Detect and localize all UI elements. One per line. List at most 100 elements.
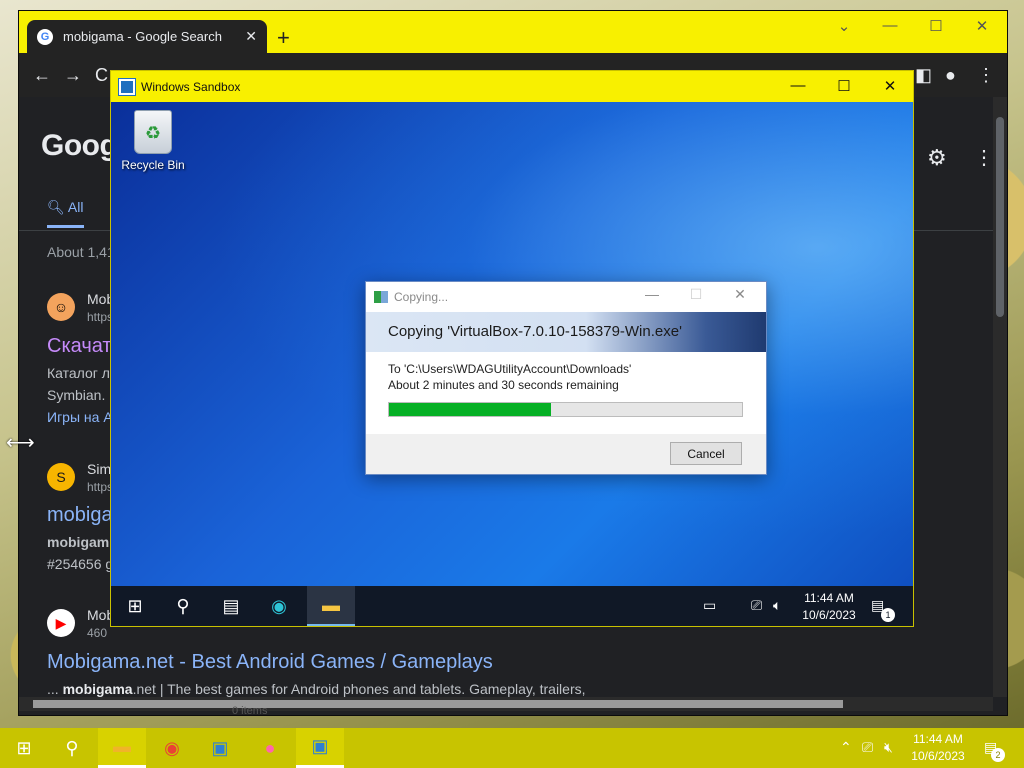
folder-icon: ▬: [113, 736, 131, 756]
destination-path: To 'C:\Users\WDAGUtilityAccount\Download…: [388, 362, 632, 376]
recycle-bin-icon: ♻: [134, 110, 172, 154]
result-snippet: #254656 g: [47, 556, 114, 572]
windows-logo-icon: ⊞: [127, 595, 143, 616]
file-explorer-button[interactable]: ▬: [307, 586, 355, 626]
windows-logo-icon: ⊞: [16, 737, 32, 758]
back-arrow-icon[interactable]: ←: [33, 65, 51, 86]
result-snippet: Symbian.: [47, 387, 106, 403]
result-title[interactable]: Mobigama.net - Best Android Games / Game…: [47, 651, 493, 674]
edge-button[interactable]: ◉: [255, 586, 303, 626]
chrome-titlebar[interactable]: G mobigama - Google Search ✕ + ⌄ — ☐ ✕: [19, 11, 1007, 53]
dialog-title: Copying...: [394, 290, 449, 304]
minimize-icon[interactable]: —: [630, 286, 674, 302]
maximize-icon[interactable]: ☐: [821, 77, 867, 95]
volume-muted-icon[interactable]: 🔇︎: [884, 739, 893, 756]
host-taskbar: ⊞ ⚲ ▬ ◉ ▣ ● ▣ ⌃ ⎚ 🔇︎ 11:44 AM 10/6/2023 …: [0, 728, 1024, 768]
close-icon[interactable]: ✕: [867, 77, 913, 95]
clock-time[interactable]: 11:44 AM: [904, 732, 972, 746]
news-icon[interactable]: ▭: [703, 597, 716, 614]
chrome-tab[interactable]: G mobigama - Google Search ✕: [27, 20, 267, 53]
progress-fill: [389, 403, 552, 416]
copy-heading: Copying 'VirtualBox-7.0.10-158379-Win.ex…: [388, 323, 682, 340]
recycle-bin[interactable]: ♻ Recycle Bin: [119, 110, 187, 172]
sandbox-title: Windows Sandbox: [141, 79, 241, 94]
vertical-scrollbar[interactable]: [993, 97, 1007, 697]
result-snippet: mobigam: [47, 534, 110, 550]
sandbox-button[interactable]: ▣: [196, 728, 244, 768]
tab-close-icon[interactable]: ✕: [245, 28, 257, 45]
tab-all[interactable]: 🔍︎ All: [47, 199, 83, 216]
sandbox-desktop: ♻ Recycle Bin Copying... — ☐ ✕ Copying '…: [111, 102, 913, 586]
search-icon: ⚲: [65, 737, 79, 758]
chrome-icon: ◉: [164, 737, 180, 758]
copy-progress-dialog: Copying... — ☐ ✕ Copying 'VirtualBox-7.0…: [365, 281, 767, 475]
close-icon[interactable]: ✕: [959, 17, 1005, 35]
items-count-label: 0 items: [232, 705, 268, 717]
cancel-button[interactable]: Cancel: [670, 442, 742, 465]
google-favicon-icon: G: [37, 28, 53, 45]
chrome-button[interactable]: ◉: [148, 728, 196, 768]
close-icon[interactable]: ✕: [718, 286, 762, 303]
scrollbar-thumb[interactable]: [996, 117, 1004, 317]
maximize-icon: ☐: [689, 286, 703, 302]
result-favicon-icon: ☺: [47, 293, 75, 321]
time-remaining: About 2 minutes and 30 seconds remaining: [388, 378, 619, 392]
sandbox-taskbar: ⊞ ⚲ ▤ ◉ ▬ ▭ ⎚ 🔈︎ 11:44 AM 10/6/2023 ▤ 1: [111, 586, 913, 626]
profile-icon[interactable]: ●: [945, 65, 956, 86]
result-snippet: ... mobigama.net | The best games for An…: [47, 681, 586, 697]
dialog-header: Copying 'VirtualBox-7.0.10-158379-Win.ex…: [366, 312, 766, 352]
minimize-icon[interactable]: —: [775, 77, 821, 94]
network-icon[interactable]: ⎚: [862, 739, 873, 756]
recycle-bin-label: Recycle Bin: [121, 158, 185, 172]
result-sitelink[interactable]: Игры на А: [47, 409, 113, 425]
new-tab-button[interactable]: +: [277, 25, 290, 51]
network-icon[interactable]: ⎚: [751, 597, 762, 614]
settings-gear-icon[interactable]: ⚙: [927, 145, 947, 171]
tab-all-label: All: [67, 199, 84, 215]
folder-icon: ▬: [322, 594, 340, 615]
clock-date[interactable]: 10/6/2023: [904, 749, 972, 763]
edge-icon: ◉: [271, 595, 287, 616]
tab-active-indicator: [47, 225, 84, 228]
result-title[interactable]: Скачат: [47, 335, 112, 358]
notification-badge: 1: [881, 608, 895, 622]
menu-dots-icon[interactable]: ⋮: [977, 65, 995, 86]
sandbox-running-button[interactable]: ▣: [296, 728, 344, 768]
osu-icon: ●: [264, 737, 276, 758]
sandbox-titlebar[interactable]: Windows Sandbox — ☐ ✕: [111, 71, 913, 102]
search-button[interactable]: ⚲: [159, 586, 207, 626]
start-button[interactable]: ⊞: [0, 728, 48, 768]
osu-button[interactable]: ●: [246, 728, 294, 768]
search-icon: 🔍︎: [47, 199, 65, 215]
minimize-icon[interactable]: —: [867, 17, 913, 34]
sidebar-icon[interactable]: ◧: [915, 65, 932, 86]
forward-arrow-icon[interactable]: →: [64, 65, 82, 86]
start-button[interactable]: ⊞: [111, 586, 159, 626]
dialog-titlebar[interactable]: Copying... — ☐ ✕: [366, 282, 766, 312]
youtube-favicon-icon: ▶: [47, 609, 75, 637]
task-view-icon: ▤: [222, 595, 240, 616]
tab-search-icon[interactable]: ⌄: [821, 17, 867, 35]
sandbox-window: Windows Sandbox — ☐ ✕ ♻ Recycle Bin Copy…: [110, 70, 914, 627]
maximize-icon[interactable]: ☐: [913, 17, 959, 35]
horizontal-scrollbar[interactable]: [19, 697, 993, 711]
apps-grid-icon[interactable]: ⋮⋮: [974, 145, 993, 170]
search-icon: ⚲: [176, 595, 190, 616]
notification-badge: 2: [991, 748, 1005, 762]
result-title[interactable]: mobiga: [47, 504, 113, 527]
clock-date[interactable]: 10/6/2023: [799, 608, 859, 622]
result-url[interactable]: 460: [87, 626, 107, 640]
sandbox-app-icon: ▣: [211, 737, 229, 758]
resize-cursor-icon: ⟷: [6, 432, 35, 454]
file-explorer-button[interactable]: ▬: [98, 728, 146, 768]
results-count: About 1,41: [47, 244, 115, 260]
scrollbar-thumb[interactable]: [33, 700, 843, 708]
google-logo[interactable]: Goog: [41, 129, 118, 163]
sandbox-app-icon: ▣: [311, 736, 329, 756]
clock-time[interactable]: 11:44 AM: [799, 591, 859, 605]
reload-icon[interactable]: C: [95, 65, 108, 86]
show-hidden-icons-icon[interactable]: ⌃: [840, 739, 852, 756]
volume-icon[interactable]: 🔈︎: [773, 597, 781, 614]
search-button[interactable]: ⚲: [48, 728, 96, 768]
task-view-button[interactable]: ▤: [207, 586, 255, 626]
